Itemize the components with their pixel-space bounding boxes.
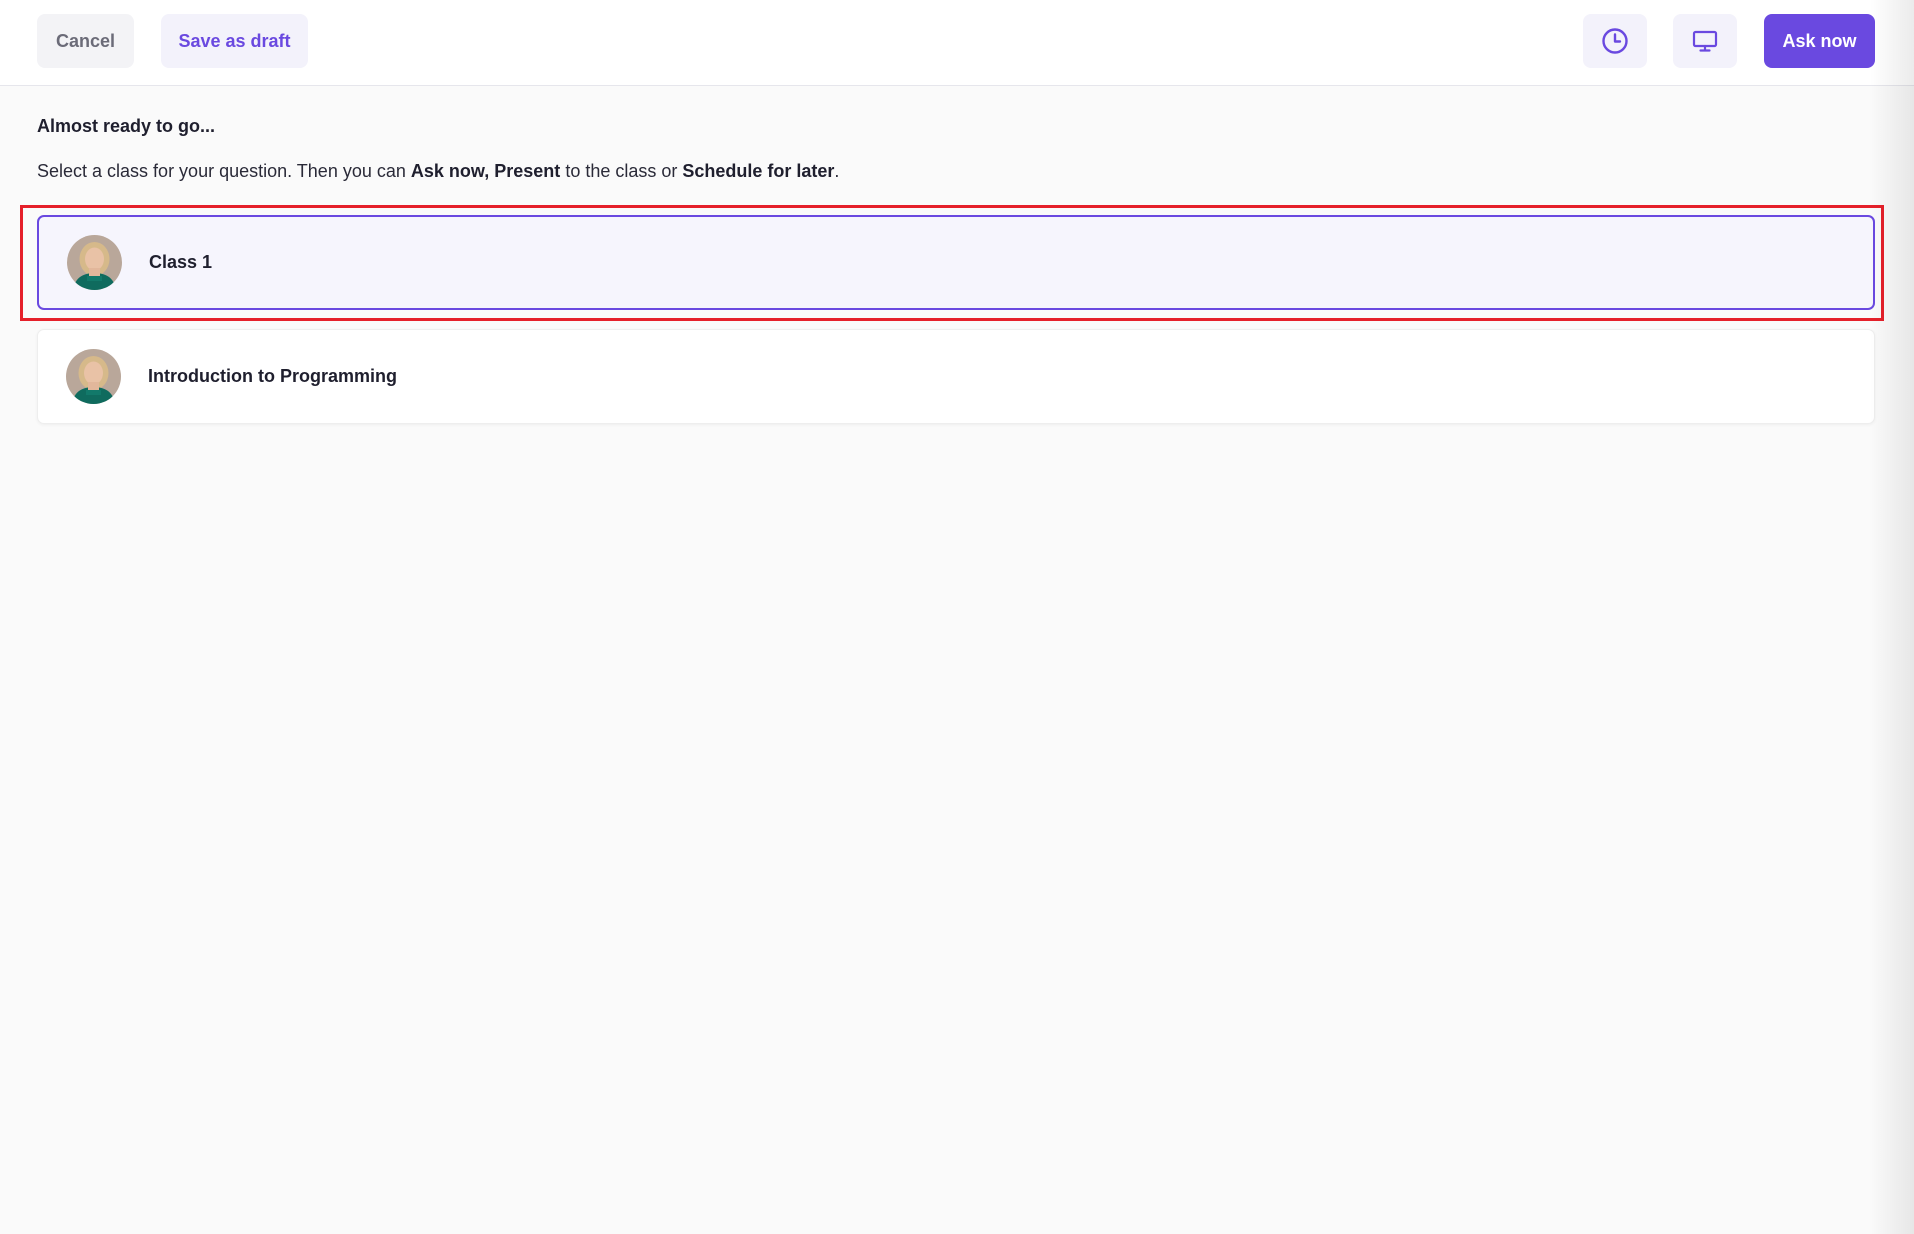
instruction-part4: . [834, 161, 840, 181]
schedule-button[interactable] [1583, 14, 1647, 68]
cancel-button[interactable]: Cancel [37, 14, 134, 68]
monitor-icon [1692, 30, 1718, 52]
clock-icon [1602, 28, 1628, 54]
class-card-class-1[interactable]: Class 1 [37, 215, 1875, 310]
ask-now-button[interactable]: Ask now [1764, 14, 1875, 68]
class-name: Introduction to Programming [148, 366, 397, 386]
avatar [67, 235, 122, 290]
page-heading: Almost ready to go... [37, 116, 216, 136]
save-as-draft-button[interactable]: Save as draft [161, 14, 308, 68]
instruction-text: Select a class for your question. Then y… [37, 161, 839, 182]
instruction-ask-now: Ask now [410, 161, 485, 181]
present-button[interactable] [1673, 14, 1737, 68]
class-card-introduction-to-programming[interactable]: Introduction to Programming [37, 329, 1875, 424]
avatar [66, 349, 121, 404]
instruction-part1: Select a class for your question. Then y… [37, 161, 411, 181]
edge-shadow [1870, 0, 1914, 1234]
instruction-part3: to the class or [560, 161, 683, 181]
instruction-present: Present [494, 161, 561, 181]
class-name: Class 1 [149, 252, 213, 272]
instruction-sep: , [484, 161, 495, 181]
top-toolbar: Cancel Save as draft Ask now [0, 0, 1914, 86]
instruction-schedule: Schedule for later [682, 161, 835, 181]
